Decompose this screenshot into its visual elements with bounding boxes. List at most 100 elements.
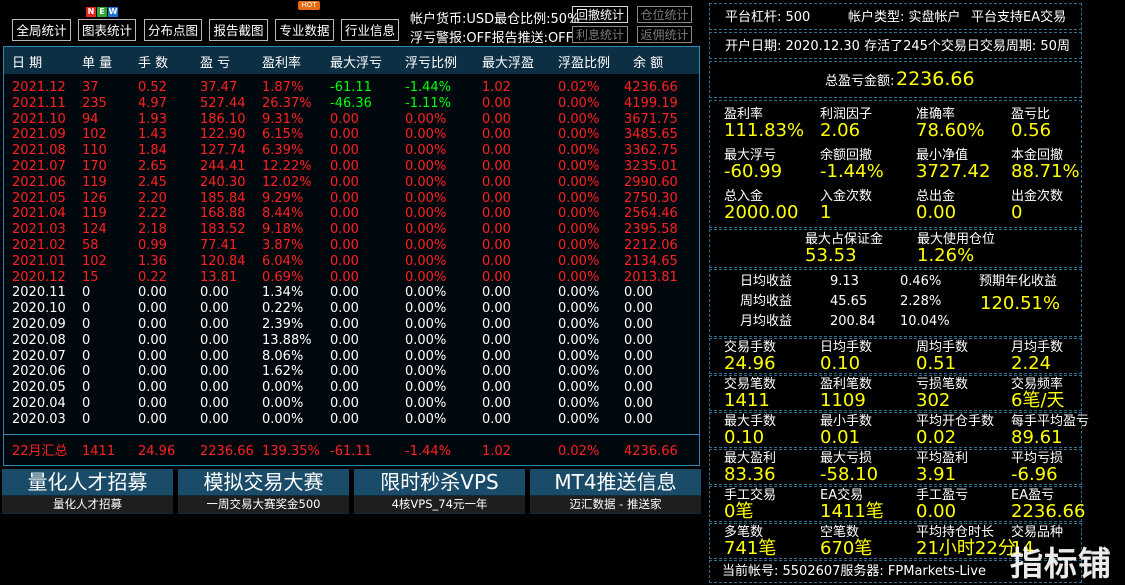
cell-lots: 2.65 — [138, 159, 167, 174]
cell-balance: 3485.65 — [624, 127, 678, 143]
cell-float-profit-ratio: 0.00% — [558, 396, 600, 411]
cell-orders: 126 — [82, 190, 107, 206]
pro-data-button[interactable]: 专业数据 — [275, 19, 334, 41]
cell-max-float-profit: 0.00 — [482, 253, 511, 269]
cell-date: 2021.06 — [12, 174, 66, 190]
stat-value: 78.60% — [916, 120, 985, 141]
cell-max-float-profit: 0.00 — [482, 143, 511, 159]
weekly-income-pct: 2.28% — [900, 294, 942, 309]
cell-lots: 2.45 — [138, 174, 167, 190]
trade-stat-value: -6.96 — [1011, 464, 1058, 485]
stat-value: -60.99 — [724, 161, 783, 182]
header-float-profit-ratio: 浮盈比例 — [558, 56, 611, 71]
cell-max-float-loss: 0.00 — [330, 238, 359, 253]
interest-stats-button[interactable]: 利息统计 — [572, 26, 628, 43]
cell-balance: 2134.65 — [624, 253, 678, 269]
cell-float-loss-ratio: 0.00% — [405, 111, 447, 127]
cell-float-loss-ratio: 0.00% — [405, 301, 447, 317]
cell-max-float-profit: 0.00 — [482, 127, 511, 143]
trade-stat-value: 21小时22分 — [916, 538, 1016, 559]
trade-stat-value: -58.10 — [820, 464, 879, 485]
cell-date: 2020.11 — [12, 285, 66, 301]
cell-float-profit-ratio: 0.00% — [558, 364, 600, 380]
cell-orders: 58 — [82, 238, 99, 253]
total-pnl-label: 总盈亏金额: — [825, 74, 895, 89]
banner-title: 模拟交易大赛 — [178, 469, 349, 495]
global-stats-button[interactable]: 全局统计 — [12, 19, 71, 41]
cell-balance: 2013.81 — [624, 269, 678, 285]
cell-pnl: 0.00 — [200, 332, 229, 348]
cell-lots: 2.22 — [138, 206, 167, 222]
monthly-income-amount: 200.84 — [830, 314, 876, 329]
report-screenshot-button[interactable]: 报告截图 — [209, 19, 268, 41]
cell-date: 2020.03 — [12, 411, 66, 427]
cell-balance: 2990.60 — [624, 174, 678, 190]
cell-float-loss-ratio: 0.00% — [405, 332, 447, 348]
cell-profit-rate: 6.04% — [262, 253, 304, 269]
stat-value: 88.71% — [1011, 161, 1080, 182]
cell-orders: 0 — [82, 380, 91, 396]
cell-orders: 94 — [82, 111, 99, 127]
cell-profit-rate: 12.22% — [262, 159, 312, 174]
cell-float-loss-ratio: 0.00% — [405, 411, 447, 427]
header-max-float-loss: 最大浮亏 — [330, 56, 383, 71]
cell-float-profit-ratio: 0.00% — [558, 253, 600, 269]
summary-balance: 4236.66 — [624, 444, 678, 459]
summary-pnl: 2236.66 — [200, 444, 254, 459]
stat-value: 0.00 — [916, 202, 957, 223]
cell-max-float-profit: 0.00 — [482, 159, 511, 174]
leverage-text: 平台杠杆: 500 — [725, 10, 811, 25]
float-alarm-text: 浮亏警报:OFF报告推送:OFF — [410, 31, 574, 46]
cell-balance: 2395.58 — [624, 222, 678, 238]
summary-max-float-profit: 1.02 — [482, 444, 511, 459]
cell-float-loss-ratio: 0.00% — [405, 143, 447, 159]
cell-max-float-profit: 1.02 — [482, 80, 511, 95]
chart-stats-button[interactable]: 图表统计 — [78, 19, 136, 41]
stat-value: -1.44% — [820, 161, 884, 182]
cell-profit-rate: 0.00% — [262, 380, 304, 396]
industry-info-button[interactable]: 行业信息 — [341, 19, 399, 41]
cell-float-loss-ratio: -1.11% — [405, 95, 451, 111]
banner-vps-sale[interactable]: 限时秒杀VPS 4核VPS_74元一年 — [354, 469, 525, 514]
hot-badge: HOT — [298, 1, 320, 10]
cell-float-loss-ratio: 0.00% — [405, 364, 447, 380]
stat-value: 111.83% — [724, 120, 805, 141]
summary-lots: 24.96 — [138, 444, 176, 459]
cell-date: 2021.04 — [12, 206, 66, 222]
cell-lots: 0.00 — [138, 285, 167, 301]
cell-orders: 0 — [82, 301, 91, 317]
cell-float-profit-ratio: 0.00% — [558, 190, 600, 206]
cell-float-loss-ratio: 0.00% — [405, 396, 447, 411]
cell-max-float-loss: 0.00 — [330, 396, 359, 411]
cell-float-loss-ratio: 0.00% — [405, 380, 447, 396]
cell-balance: 4199.19 — [624, 95, 678, 111]
cell-float-loss-ratio: 0.00% — [405, 348, 447, 364]
banner-talent-recruit[interactable]: 量化人才招募 量化人才招募 — [2, 469, 173, 514]
header-max-float-profit: 最大浮盈 — [482, 56, 535, 71]
cell-lots: 1.84 — [138, 143, 167, 159]
monthly-income-label: 月均收益 — [740, 314, 793, 329]
cell-max-float-profit: 0.00 — [482, 238, 511, 253]
cell-float-profit-ratio: 0.00% — [558, 301, 600, 317]
cell-float-loss-ratio: 0.00% — [405, 317, 447, 332]
cell-balance: 3235.01 — [624, 159, 678, 174]
position-stats-button[interactable]: 仓位统计 — [637, 6, 692, 23]
header-date: 日 期 — [12, 56, 43, 71]
cell-lots: 0.99 — [138, 238, 167, 253]
distribution-chart-button[interactable]: 分布点图 — [144, 19, 202, 41]
cell-profit-rate: 1.87% — [262, 80, 304, 95]
cell-max-float-profit: 0.00 — [482, 285, 511, 301]
cell-max-float-loss: 0.00 — [330, 317, 359, 332]
cell-max-float-loss: 0.00 — [330, 190, 359, 206]
cell-orders: 15 — [82, 269, 99, 285]
banner-sim-contest[interactable]: 模拟交易大赛 一周交易大赛奖金500 — [178, 469, 349, 514]
cell-pnl: 0.00 — [200, 317, 229, 332]
withdraw-stats-button[interactable]: 回撤统计 — [572, 6, 628, 23]
cell-lots: 0.22 — [138, 269, 167, 285]
rebate-stats-button[interactable]: 返佣统计 — [637, 26, 692, 43]
summary-orders: 1411 — [82, 444, 116, 459]
cell-profit-rate: 0.00% — [262, 396, 304, 411]
banner-mt4-push[interactable]: MT4推送信息 迈汇数据 - 推送家 — [530, 469, 701, 514]
cell-date: 2020.12 — [12, 269, 66, 285]
cell-profit-rate: 8.06% — [262, 348, 304, 364]
